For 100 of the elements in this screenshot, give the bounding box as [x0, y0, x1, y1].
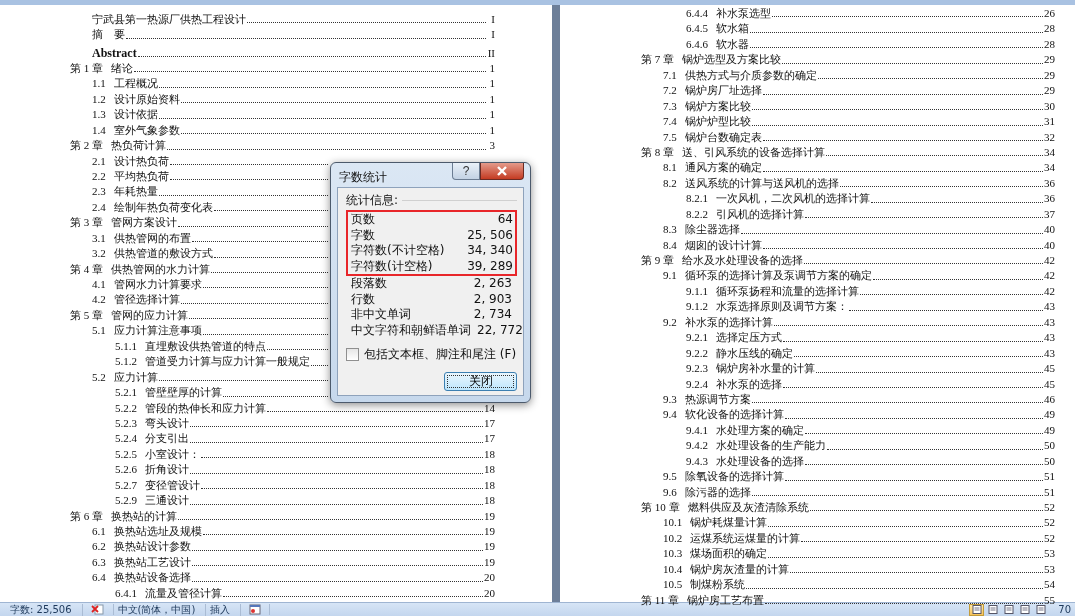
entry-number: 5.1.2 — [115, 354, 137, 370]
help-button[interactable]: ? — [452, 163, 480, 180]
view-button[interactable] — [1033, 603, 1049, 616]
entry-title: 热源调节方案 — [684, 391, 751, 407]
entry-title: 运煤系统运煤量的计算 — [690, 530, 801, 546]
page-number: 20 — [484, 585, 495, 601]
view-button[interactable] — [1017, 603, 1033, 616]
entry-number: 6.4.6 — [686, 36, 708, 52]
stat-label: 页数 — [351, 212, 375, 228]
page-number: 1 — [488, 122, 495, 138]
entry-title: 宁武县第一热源厂供热工程设计 — [92, 12, 246, 27]
page-number: 40 — [1044, 237, 1055, 253]
entry-title: 室外气象参数 — [113, 122, 180, 138]
page-number: 3 — [488, 138, 495, 154]
entry-number: 3.2 — [92, 246, 106, 262]
entry-number: 7.3 — [663, 98, 677, 114]
page-number: 52 — [1044, 530, 1055, 546]
stat-label: 中文字符和朝鲜语单词 — [351, 322, 471, 338]
entry-number: 9.1.1 — [686, 283, 708, 299]
page-number: 54 — [1044, 577, 1055, 593]
entry-number: 9.4 — [663, 407, 677, 423]
entry-title: 摘 要 — [92, 27, 125, 43]
entry-title: 制煤粉系统 — [690, 577, 746, 593]
page-number: 17 — [484, 415, 495, 431]
page-number: 45 — [1044, 376, 1055, 392]
entry-number: 第 5 章 — [70, 307, 103, 323]
entry-number: 6.4.5 — [686, 21, 708, 37]
stat-value: 2, 903 — [473, 291, 512, 307]
language-indicator[interactable]: 中文(简体，中国) — [113, 603, 207, 616]
page-number: 1 — [488, 107, 495, 123]
page-number: 34 — [1044, 144, 1055, 160]
entry-number: 9.1.2 — [686, 299, 708, 315]
insert-mode[interactable]: 插入 — [206, 603, 242, 616]
entry-title: 管壁壁厚的计算 — [145, 385, 222, 401]
entry-number: 6.3 — [92, 554, 106, 570]
entry-number: 4.2 — [92, 292, 106, 308]
entry-number: 5.2.5 — [115, 446, 137, 462]
entry-number: 1.3 — [92, 107, 106, 123]
page-number: 18 — [484, 446, 495, 462]
entry-number: 9.2.1 — [686, 330, 708, 346]
entry-number: 5.2.1 — [115, 385, 137, 401]
page-number: 14 — [484, 400, 495, 416]
entry-title: 平均热负荷 — [113, 168, 169, 184]
view-button[interactable] — [985, 603, 1001, 616]
entry-number: 6.4.4 — [686, 6, 708, 21]
page-number: 28 — [1044, 36, 1055, 52]
entry-title: 直埋敷设供热管道的特点 — [145, 338, 266, 354]
entry-title: 煤场面积的确定 — [690, 546, 768, 562]
entry-number: 10.4 — [663, 561, 683, 577]
entry-number: 2.2 — [92, 168, 106, 184]
entry-number: 第 11 章 — [641, 592, 680, 608]
entry-title: 锅炉方案比较 — [684, 98, 751, 114]
entry-title: 锅炉房补水量的计算 — [716, 361, 815, 377]
page-number: 52 — [1044, 500, 1055, 515]
entry-title: 绪论 — [111, 60, 133, 76]
checkbox-label: 包括文本框、脚注和尾注 (F) — [364, 346, 517, 363]
entry-title: 折角设计 — [145, 462, 189, 478]
entry-number: 9.5 — [663, 469, 677, 485]
close-button[interactable] — [480, 163, 524, 180]
entry-number: 10.2 — [663, 530, 683, 546]
page-number: 18 — [484, 493, 495, 509]
entry-title: 锅炉房厂址选择 — [684, 83, 762, 99]
view-button[interactable] — [969, 603, 985, 616]
close-dialog-button[interactable]: 关闭 — [444, 372, 517, 391]
entry-number: 4.1 — [92, 277, 106, 292]
entry-number: 7.1 — [663, 67, 677, 83]
entry-number: 第 1 章 — [70, 60, 103, 76]
entry-title: 管网的应力计算 — [111, 307, 188, 323]
page-number: 50 — [1044, 438, 1055, 454]
page-number: 18 — [484, 462, 495, 478]
entry-number: 第 7 章 — [641, 52, 674, 68]
entry-number: 5.1.1 — [115, 338, 137, 354]
page-number: 50 — [1044, 453, 1055, 469]
page-number: 17 — [484, 431, 495, 447]
stat-value: 2, 263 — [473, 276, 512, 292]
entry-title: 引风机的选择计算 — [716, 206, 804, 222]
entry-title: 换热站的计算 — [111, 508, 177, 524]
checkbox[interactable] — [346, 348, 359, 361]
page-number: 1 — [488, 76, 495, 92]
page-number: 43 — [1044, 345, 1055, 361]
entry-title: 补水泵的选择计算 — [684, 314, 773, 330]
page-number: II — [487, 45, 495, 61]
entry-number: 8.3 — [663, 222, 677, 238]
view-button[interactable] — [1001, 603, 1017, 616]
entry-title: 循环泵扬程和流量的选择计算 — [716, 283, 859, 299]
entry-title: 烟囱的设计计算 — [684, 237, 762, 253]
zoom-level[interactable]: 70 — [1054, 603, 1075, 616]
entry-title: 送风系统的计算与送风机的选择 — [684, 175, 839, 191]
page-number: 19 — [484, 508, 495, 524]
group-label: 统计信息: — [346, 192, 399, 209]
entry-title: 送、引风系统的设备选择计算 — [682, 144, 825, 160]
entry-title: 弯头设计 — [145, 415, 189, 431]
entry-title: 水泵选择原则及调节方案： — [716, 299, 848, 315]
entry-title: 工程概况 — [113, 76, 158, 92]
word-count[interactable]: 字数: 25,506 — [6, 603, 83, 616]
entry-title: 管网水力计算要求 — [113, 277, 202, 292]
entry-number: 5.2.2 — [115, 400, 137, 416]
entry-number: 10.3 — [663, 546, 683, 562]
entry-number: 8.4 — [663, 237, 677, 253]
entry-title: 锅炉台数确定表 — [684, 129, 762, 145]
